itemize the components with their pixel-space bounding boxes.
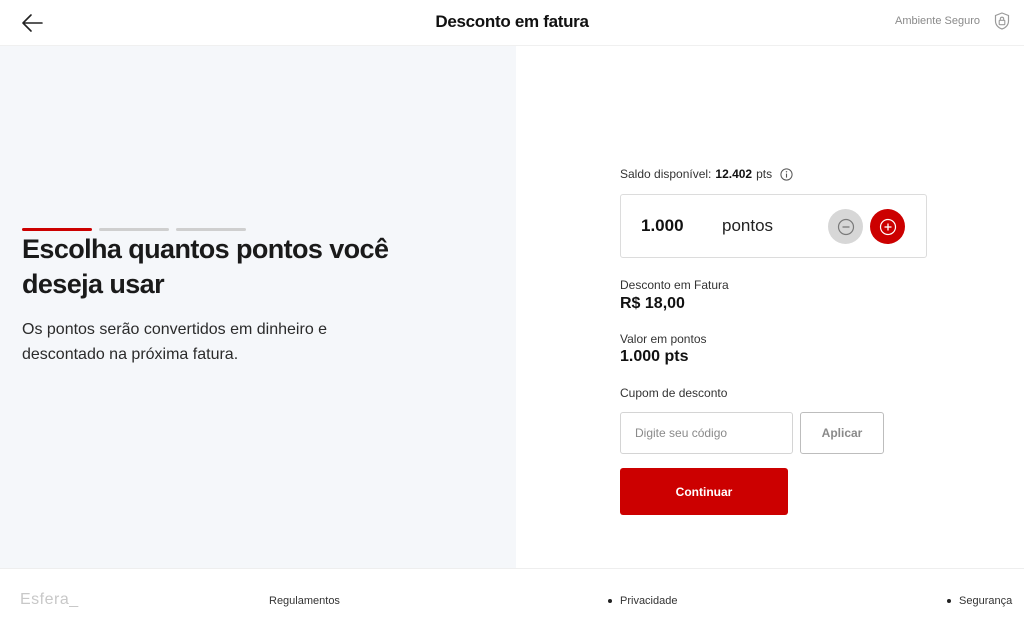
footer-link-label: Privacidade: [620, 595, 678, 607]
page-title: Desconto em fatura: [435, 12, 589, 31]
step-indicator-2: [99, 228, 169, 231]
shield-lock-icon: [994, 12, 1010, 30]
discount-value: R$ 18,00: [620, 295, 685, 312]
footer-link-label: Segurança: [959, 595, 1013, 607]
hero-description: Os pontos serão convertidos em dinheiro …: [22, 321, 328, 363]
balance-label: Saldo disponível:: [620, 167, 712, 181]
footer-link-seguranca[interactable]: Segurança: [947, 595, 1012, 607]
points-unit: pontos: [722, 216, 774, 235]
intro-panel: Escolha quantos pontos você deseja usar …: [0, 46, 516, 568]
step-progress: [22, 228, 246, 231]
increase-points-button[interactable]: [870, 209, 905, 244]
bullet-icon: [947, 599, 951, 603]
footer-link-privacidade[interactable]: Privacidade: [608, 595, 677, 607]
secure-environment: Ambiente Seguro: [895, 12, 1010, 30]
bullet-icon: [608, 599, 612, 603]
step-indicator-3: [176, 228, 246, 231]
footer-link-label: Regulamentos: [269, 595, 340, 607]
coupon-label: Cupom de desconto: [620, 386, 728, 400]
hero-title: Escolha quantos pontos você deseja usar: [22, 234, 389, 299]
balance-value: 12.402: [715, 167, 753, 181]
coupon-input[interactable]: [620, 412, 793, 454]
top-header: Desconto em fatura Ambiente Seguro: [0, 0, 1024, 46]
apply-coupon-button[interactable]: Aplicar: [800, 412, 884, 454]
footer-link-regulamentos[interactable]: Regulamentos: [269, 595, 340, 607]
points-selector: 1.000 pontos: [620, 194, 927, 258]
points-form: Saldo disponível: 12.402 pts 1.000 ponto…: [516, 46, 1024, 568]
esfera-logo: Esfera_: [20, 591, 79, 608]
secure-label: Ambiente Seguro: [895, 15, 980, 27]
points-value-label: Valor em pontos: [620, 332, 707, 346]
available-balance: Saldo disponível: 12.402 pts: [620, 167, 793, 181]
continue-button[interactable]: Continuar: [620, 468, 788, 515]
step-indicator-1: [22, 228, 92, 231]
plus-icon: [879, 218, 896, 235]
decrease-points-button[interactable]: [828, 209, 863, 244]
points-amount: 1.000: [641, 216, 684, 235]
info-icon[interactable]: [780, 167, 793, 181]
page-footer: Esfera_ Regulamentos Privacidade Seguran…: [0, 568, 1024, 623]
discount-label: Desconto em Fatura: [620, 278, 729, 292]
balance-unit: pts: [756, 167, 773, 181]
points-value-amount: 1.000 pts: [620, 348, 689, 365]
minus-icon: [837, 218, 854, 235]
